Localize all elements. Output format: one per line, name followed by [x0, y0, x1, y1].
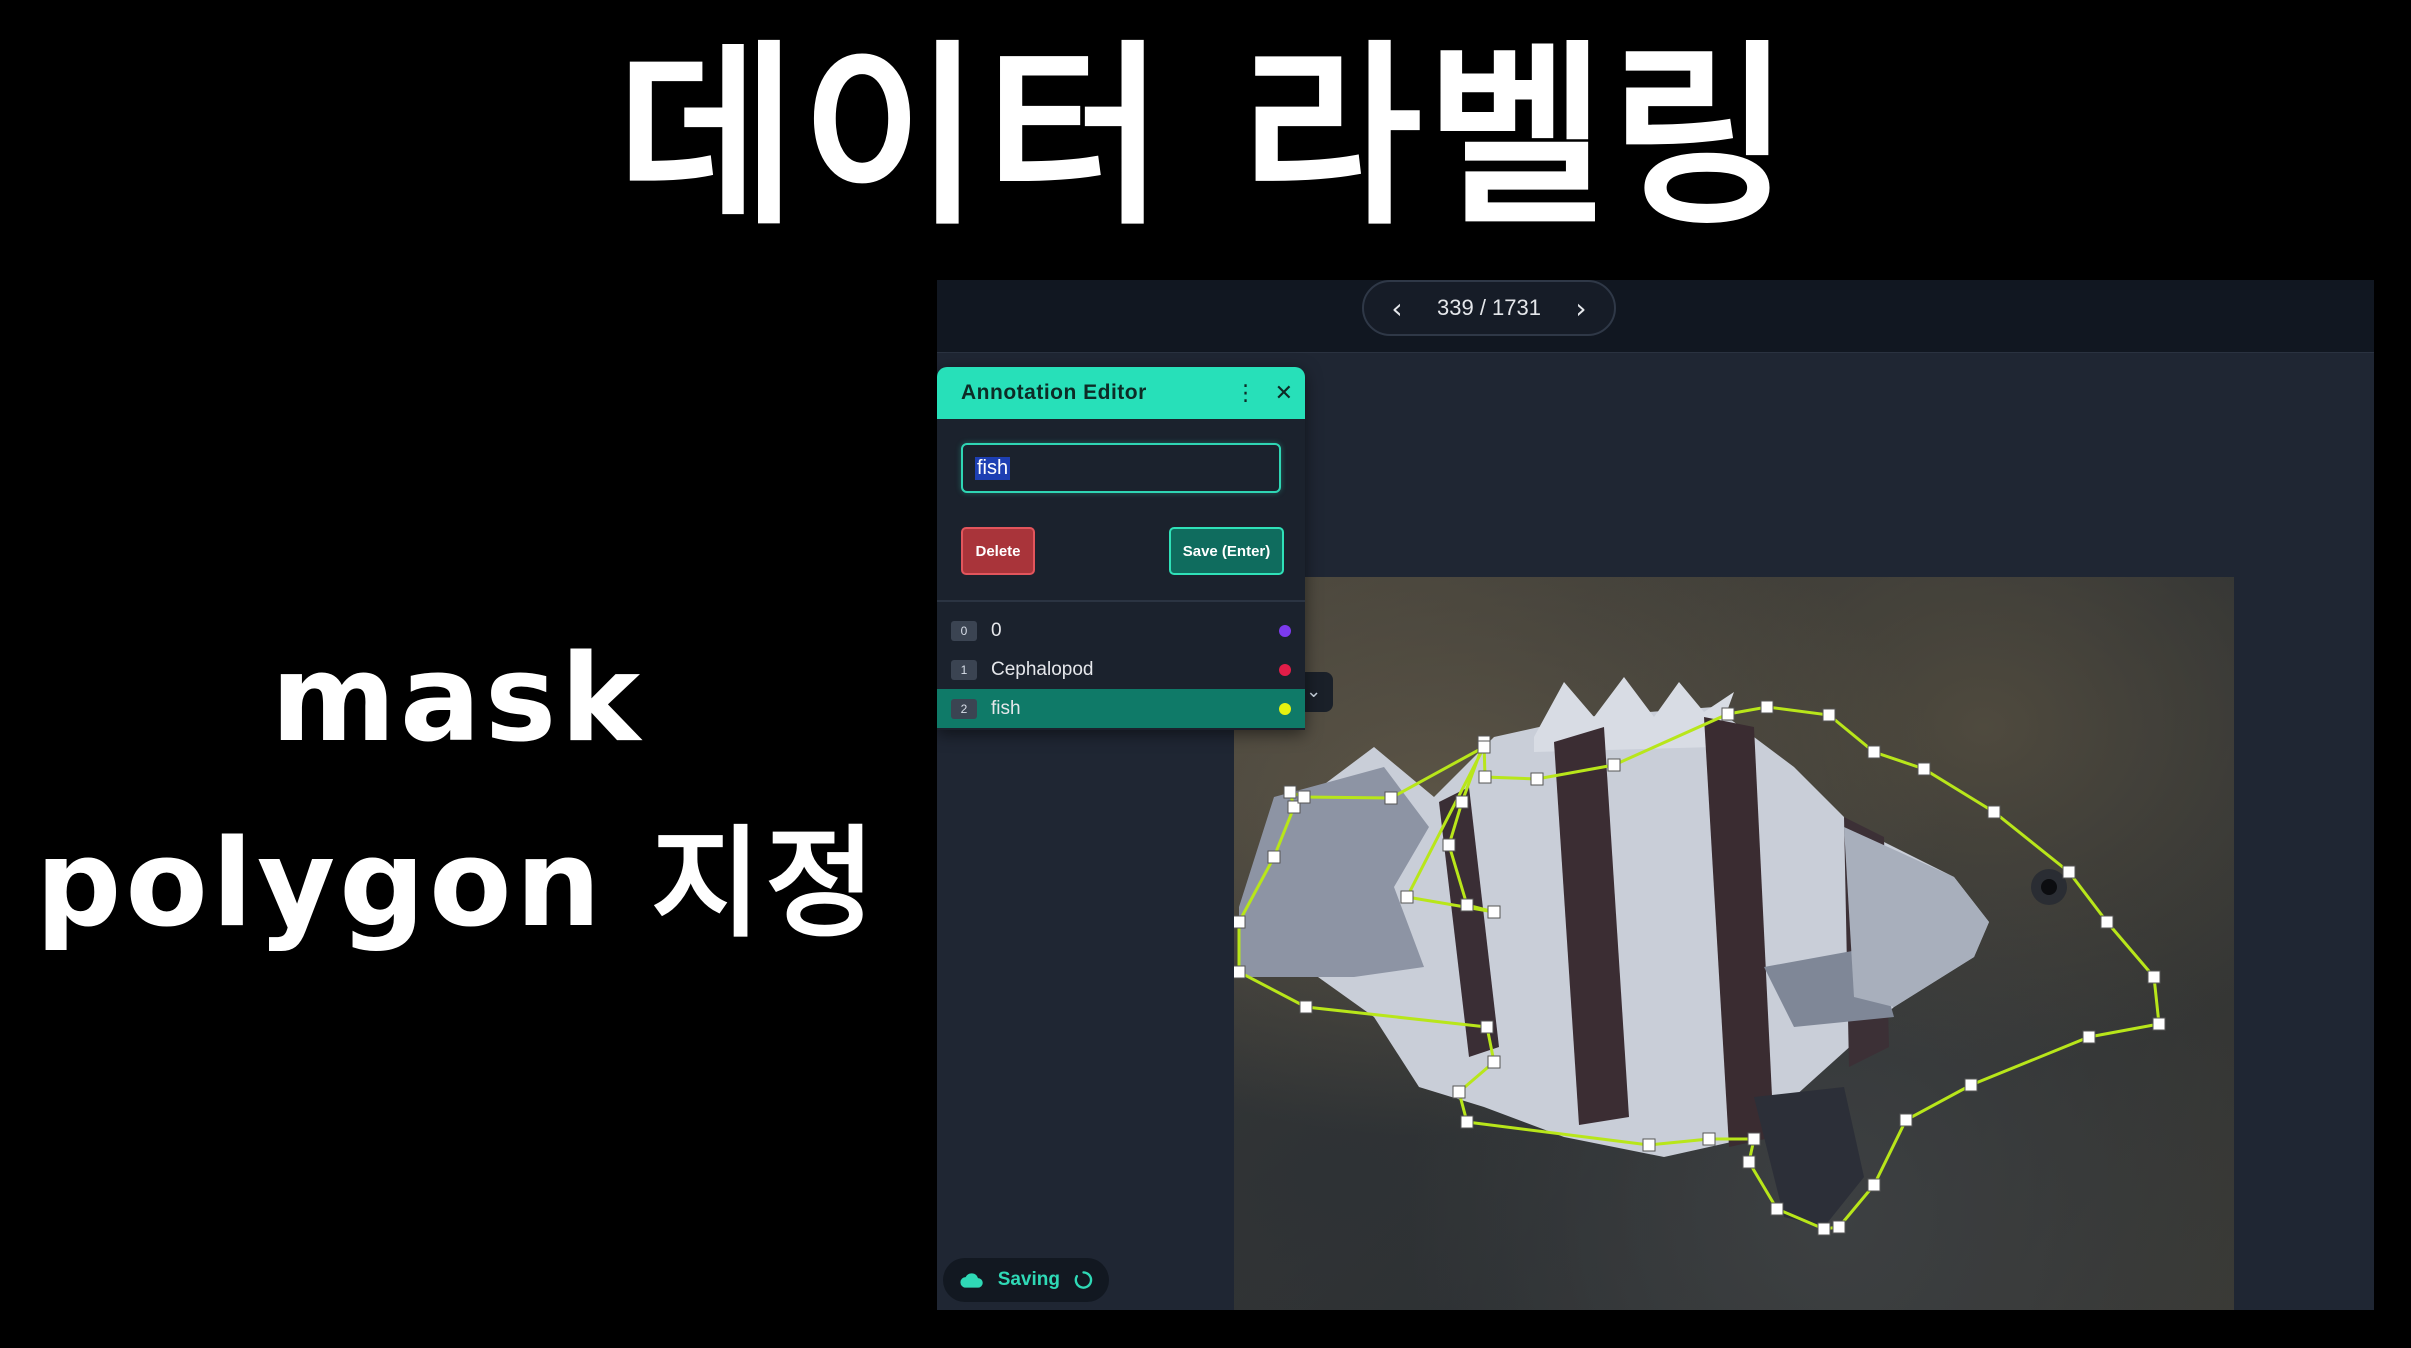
save-button[interactable]: Save (Enter): [1169, 527, 1284, 575]
polygon-vertex-handle[interactable]: [1460, 898, 1474, 912]
polygon-vertex-handle[interactable]: [2062, 865, 2076, 879]
class-item-cephalopod[interactable]: 1 Cephalopod: [937, 650, 1305, 689]
polygon-vertex-handle[interactable]: [1234, 965, 1246, 979]
image-pager: ‹ 339 / 1731 ›: [1362, 280, 1616, 336]
polygon-vertex-handle[interactable]: [1742, 1155, 1756, 1169]
annotation-name-input[interactable]: fish: [961, 443, 1281, 493]
polygon-vertex-handle[interactable]: [2082, 1030, 2096, 1044]
polygon-vertex-handle[interactable]: [1760, 700, 1774, 714]
class-index: 1: [951, 659, 977, 680]
spinner-icon: [1074, 1271, 1093, 1289]
polygon-vertex-handle[interactable]: [1487, 905, 1501, 919]
polygon-vertex-handle[interactable]: [1400, 890, 1414, 904]
polygon-vertex-handle[interactable]: [1832, 1220, 1846, 1234]
polygon-vertex-handle[interactable]: [1822, 708, 1836, 722]
polygon-vertex-handle[interactable]: [1747, 1132, 1761, 1146]
polygon-vertex-handle[interactable]: [1478, 770, 1492, 784]
class-item-fish[interactable]: 2 fish: [937, 689, 1305, 728]
class-name: Cephalopod: [991, 658, 1094, 680]
editor-title: Annotation Editor: [961, 381, 1147, 404]
saving-label: Saving: [997, 1269, 1060, 1290]
delete-button[interactable]: Delete: [961, 527, 1035, 575]
polygon-vertex-handle[interactable]: [1817, 1222, 1831, 1236]
annotation-name-value: fish: [975, 456, 1011, 480]
saving-status: Saving: [943, 1258, 1109, 1302]
polygon-vertex-handle[interactable]: [2152, 1017, 2166, 1031]
class-color-dot: [1279, 663, 1291, 676]
class-name: 0: [991, 619, 1002, 641]
class-name: fish: [991, 697, 1021, 719]
top-bar: ‹ 339 / 1731 ›: [937, 280, 2374, 353]
polygon-vertex-handle[interactable]: [1607, 758, 1621, 772]
class-color-dot: [1279, 702, 1291, 715]
class-index: 2: [951, 698, 977, 719]
polygon-vertex-handle[interactable]: [1530, 772, 1544, 786]
polygon-vertex-handle[interactable]: [2100, 915, 2114, 929]
class-index: 0: [951, 620, 977, 641]
polygon-vertex-handle[interactable]: [1899, 1113, 1913, 1127]
polygon-vertex-handle[interactable]: [1987, 805, 2001, 819]
fish-photo[interactable]: s ⌄: [1234, 577, 2234, 1310]
editor-header: Annotation Editor ⋮ ✕: [937, 367, 1305, 419]
fish-image: [1234, 677, 2166, 1236]
polygon-vertex-handle[interactable]: [1721, 707, 1735, 721]
polygon-vertex-handle[interactable]: [1964, 1078, 1978, 1092]
annotation-app: ‹ 339 / 1731 › ⌄ Annotation Editor ⋮ ✕ f…: [937, 280, 2374, 1310]
class-color-dot: [1279, 624, 1291, 637]
class-list: 0 0 1 Cephalopod 2 fish: [937, 611, 1305, 728]
polygon-vertex-handle[interactable]: [1442, 838, 1456, 852]
polygon-vertex-handle[interactable]: [1460, 1115, 1474, 1129]
polygon-vertex-handle[interactable]: [1867, 1178, 1881, 1192]
divider: [937, 600, 1305, 602]
polygon-vertex-handle[interactable]: [1702, 1132, 1716, 1146]
polygon-vertex-handle[interactable]: [1283, 785, 1297, 799]
class-item-0[interactable]: 0 0: [937, 611, 1305, 650]
close-icon[interactable]: ✕: [1275, 381, 1293, 406]
page-counter: 339 / 1731: [1437, 295, 1541, 320]
polygon-vertex-handle[interactable]: [1452, 1085, 1466, 1099]
caption-polygon: polygon 지정: [35, 815, 880, 954]
polygon-vertex-handle[interactable]: [1297, 790, 1311, 804]
cloud-icon: [960, 1273, 983, 1288]
chevron-left-icon[interactable]: ‹: [1382, 292, 1412, 325]
chevron-right-icon[interactable]: ›: [1566, 292, 1596, 325]
polygon-vertex-handle[interactable]: [1455, 795, 1469, 809]
polygon-vertex-handle[interactable]: [2147, 970, 2161, 984]
polygon-vertex-handle[interactable]: [1770, 1202, 1784, 1216]
polygon-vertex-handle[interactable]: [1234, 915, 1246, 929]
polygon-vertex-handle[interactable]: [1267, 850, 1281, 864]
headline-title: 데이터 라벨링: [616, 24, 1795, 252]
polygon-vertex-handle[interactable]: [1480, 1020, 1494, 1034]
caption-mask: mask: [270, 630, 645, 769]
polygon-vertex-handle[interactable]: [1642, 1138, 1656, 1152]
polygon-vertex-handle[interactable]: [1487, 1055, 1501, 1069]
annotation-editor-panel: Annotation Editor ⋮ ✕ fish Delete Save (…: [937, 367, 1305, 730]
polygon-vertex-handle[interactable]: [1917, 762, 1931, 776]
more-vertical-icon[interactable]: ⋮: [1235, 381, 1257, 406]
polygon-vertex-handle[interactable]: [1299, 1000, 1313, 1014]
polygon-vertex-handle[interactable]: [1384, 791, 1398, 805]
polygon-vertex-handle[interactable]: [1867, 745, 1881, 759]
polygon-vertex-handle[interactable]: [1477, 740, 1491, 754]
